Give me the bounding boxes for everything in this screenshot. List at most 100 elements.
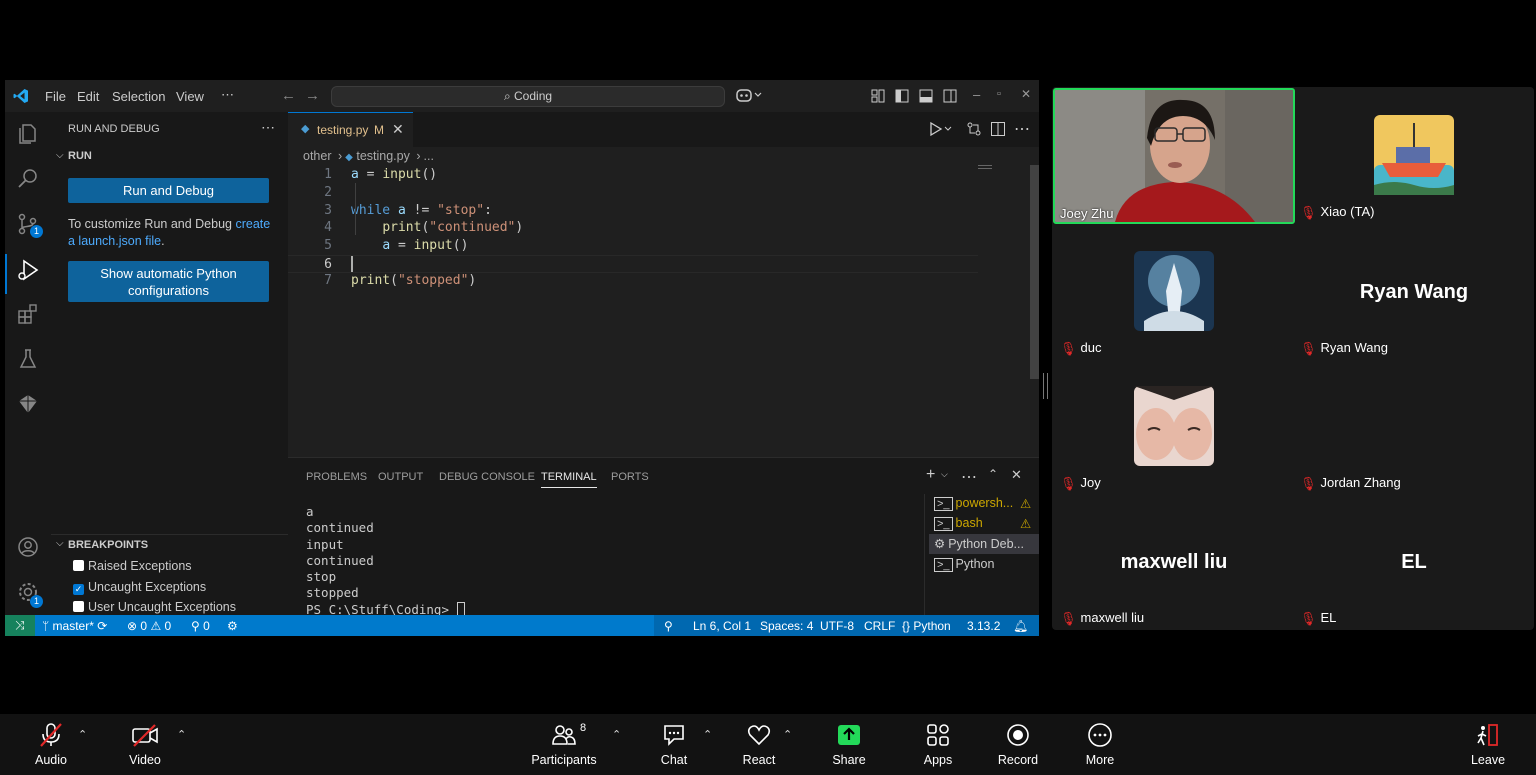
problems-status[interactable]: ⊗ 0 ⚠ 0: [127, 619, 171, 633]
debug-launch-icon[interactable]: ⚙: [227, 619, 238, 633]
breakpoint-item[interactable]: Raised Exceptions: [73, 556, 236, 577]
tab-close-icon[interactable]: ✕: [392, 121, 404, 138]
maximize-panel-icon[interactable]: ⌃: [988, 467, 998, 481]
tab-ports[interactable]: PORTS: [611, 471, 649, 483]
share-button[interactable]: Share: [828, 722, 870, 767]
toggle-sidebar-icon[interactable]: [895, 89, 909, 103]
video-tile-joey-zhu[interactable]: Joey Zhu: [1053, 88, 1295, 224]
react-button[interactable]: React: [739, 722, 779, 767]
terminal-item[interactable]: >_ bash ⚠: [934, 516, 1031, 531]
back-arrow-icon[interactable]: ←: [281, 87, 296, 104]
close-panel-icon[interactable]: ✕: [1011, 467, 1022, 483]
toggle-panel-icon[interactable]: [919, 89, 933, 103]
record-button[interactable]: Record: [996, 722, 1040, 767]
launch-json-link[interactable]: a launch.json file: [68, 234, 161, 248]
command-center-search[interactable]: ⌕ Coding: [331, 86, 725, 107]
menu-file[interactable]: File: [45, 89, 66, 104]
branch-status[interactable]: ᛘ master* ⟳: [42, 619, 107, 633]
copilot-icon[interactable]: [736, 87, 762, 103]
breakpoint-item[interactable]: ✓ Uncaught Exceptions: [73, 577, 236, 598]
breadcrumb-file[interactable]: testing.py: [356, 149, 410, 163]
encoding[interactable]: UTF-8: [820, 619, 854, 633]
search-view-icon[interactable]: [16, 167, 40, 191]
participant-tile[interactable]: 🎙︎ duc: [1053, 224, 1295, 359]
language-mode[interactable]: {} Python: [902, 619, 951, 633]
participants-button[interactable]: 8 Participants: [528, 722, 600, 767]
testing-flask-icon[interactable]: [16, 347, 40, 371]
menu-edit[interactable]: Edit: [77, 89, 99, 104]
checkbox[interactable]: [73, 560, 84, 571]
participant-tile[interactable]: maxwell liu 🎙︎ maxwell liu: [1053, 494, 1295, 629]
close-window-icon[interactable]: ✕: [1021, 87, 1031, 101]
chevron-down-icon[interactable]: ⌵: [941, 469, 948, 480]
editor-more-icon[interactable]: ⋯: [1014, 119, 1030, 139]
terminal-output[interactable]: a continued input continued stop stopped PS C:…: [306, 504, 465, 618]
participant-tile[interactable]: 🎙︎ Jordan Zhang: [1295, 359, 1533, 494]
breadcrumb-symbol[interactable]: ...: [424, 149, 434, 163]
splitter-handle[interactable]: [1043, 373, 1048, 399]
panel-more-icon[interactable]: ⋯: [961, 467, 977, 487]
terminal-item-active[interactable]: ⚙ Python Deb...: [929, 534, 1039, 554]
braces-icon: {}: [902, 619, 911, 633]
accounts-icon[interactable]: [16, 535, 40, 559]
editor-tab-testing-py[interactable]: ◆ testing.py M ✕: [288, 112, 413, 147]
tab-terminal[interactable]: TERMINAL: [541, 471, 597, 488]
menu-more[interactable]: ⋯: [221, 87, 234, 103]
terminal-item[interactable]: >_ powersh... ⚠: [934, 496, 1031, 511]
chat-button[interactable]: Chat: [654, 722, 694, 767]
menu-selection[interactable]: Selection: [112, 89, 165, 104]
breadcrumb-folder[interactable]: other: [303, 149, 332, 163]
sidebar-more-icon[interactable]: ⋯: [261, 119, 275, 136]
ports-status[interactable]: ⚲ 0: [191, 619, 210, 633]
checkbox[interactable]: [73, 601, 84, 612]
explorer-icon[interactable]: [16, 122, 40, 146]
notifications-bell-icon[interactable]: 🔔︎: [1013, 619, 1028, 633]
python-version[interactable]: 3.13.2: [967, 619, 1000, 633]
extensions-icon[interactable]: [16, 302, 40, 326]
react-options-caret-icon[interactable]: ⌃: [783, 728, 792, 741]
checkbox-checked[interactable]: ✓: [73, 583, 84, 595]
menu-view[interactable]: View: [176, 89, 204, 104]
remote-indicator[interactable]: ⤨: [5, 615, 35, 636]
participant-tile[interactable]: 🎙︎ Joy: [1053, 359, 1295, 494]
create-link[interactable]: create: [235, 217, 270, 231]
line-endings[interactable]: CRLF: [864, 619, 895, 633]
cursor-position[interactable]: Ln 6, Col 1: [693, 619, 751, 633]
run-and-debug-button[interactable]: Run and Debug: [68, 178, 269, 203]
restore-icon[interactable]: ▫: [997, 88, 1001, 100]
toggle-secondary-sidebar-icon[interactable]: [943, 89, 957, 103]
breakpoints-title[interactable]: BREAKPOINTS: [68, 539, 148, 551]
apps-button[interactable]: Apps: [918, 722, 958, 767]
participant-tile[interactable]: EL 🎙︎ EL: [1295, 494, 1533, 629]
participant-tile[interactable]: Ryan Wang 🎙︎ Ryan Wang: [1295, 224, 1533, 359]
forward-arrow-icon[interactable]: →: [305, 87, 320, 104]
more-button[interactable]: More: [1080, 722, 1120, 767]
tab-problems[interactable]: PROBLEMS: [306, 471, 367, 483]
tab-output[interactable]: OUTPUT: [378, 471, 423, 483]
new-terminal-icon[interactable]: +: [926, 466, 935, 484]
editor-scrollbar[interactable]: [1030, 165, 1039, 379]
participants-options-caret-icon[interactable]: ⌃: [612, 728, 621, 741]
split-editor-icon[interactable]: [990, 121, 1006, 137]
compare-changes-icon[interactable]: [966, 121, 982, 137]
video-button[interactable]: Video: [124, 722, 166, 767]
remote-explorer-icon[interactable]: [16, 392, 40, 416]
run-debug-icon[interactable]: [16, 258, 40, 282]
zoom-icon[interactable]: ⚲: [664, 619, 673, 633]
participant-tile[interactable]: 🎙︎ Xiao (TA): [1295, 88, 1533, 223]
terminal-item[interactable]: >_ Python: [934, 557, 994, 572]
run-python-file-icon[interactable]: [928, 121, 952, 137]
minimize-icon[interactable]: –: [973, 87, 980, 102]
chat-options-caret-icon[interactable]: ⌃: [703, 728, 712, 741]
chevron-down-icon[interactable]: ⌵: [56, 538, 64, 549]
video-options-caret-icon[interactable]: ⌃: [177, 728, 186, 741]
layout-customize-icon[interactable]: [871, 89, 885, 103]
leave-button[interactable]: Leave: [1468, 722, 1508, 767]
audio-options-caret-icon[interactable]: ⌃: [78, 728, 87, 741]
audio-button[interactable]: Audio: [30, 722, 72, 767]
chevron-down-icon[interactable]: ⌵: [56, 150, 64, 161]
show-python-configurations-button[interactable]: Show automatic Python configurations: [68, 261, 269, 302]
tab-debug-console[interactable]: DEBUG CONSOLE: [439, 471, 535, 483]
run-section-title[interactable]: RUN: [68, 150, 92, 162]
indentation[interactable]: Spaces: 4: [760, 619, 813, 633]
